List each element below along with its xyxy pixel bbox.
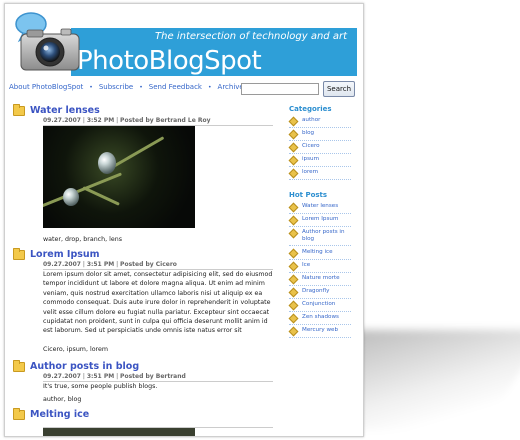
hot-post-item[interactable]: Lorem Ipsum	[288, 215, 351, 227]
nav-subscribe[interactable]: Subscribe	[99, 83, 133, 91]
folder-icon	[13, 407, 25, 420]
header-banner: The intersection of technology and art P…	[71, 28, 357, 76]
hot-post-item[interactable]: Melting ice	[288, 248, 351, 260]
search-input[interactable]	[241, 83, 319, 95]
post-header: Melting ice	[13, 407, 89, 420]
hot-post-item[interactable]: Water lenses	[288, 202, 351, 214]
category-label: ipsum	[302, 156, 320, 162]
category-item[interactable]: author	[288, 116, 351, 128]
hot-post-label: Water lenses	[302, 203, 339, 209]
post-header: Lorem Ipsum	[13, 247, 100, 260]
tag-icon	[288, 274, 299, 285]
category-label: Cicero	[302, 143, 320, 149]
hot-post-item[interactable]: Zen shadows	[288, 313, 351, 325]
tag-icon	[288, 116, 299, 127]
post-header: Author posts in blog	[13, 359, 139, 372]
hot-post-label: Conjunction	[302, 301, 336, 307]
tag-icon	[288, 215, 299, 226]
post-time: 3:51 PM	[86, 373, 115, 380]
branch-stem	[43, 172, 123, 209]
post-meta	[43, 421, 273, 428]
site-title[interactable]: PhotoBlogSpot	[77, 46, 262, 76]
category-label: blog	[302, 130, 315, 136]
post-tags: water, drop, branch, lens	[43, 236, 123, 243]
hot-post-label: Melting ice	[302, 249, 333, 255]
search-button[interactable]: Search	[323, 81, 355, 97]
site-tagline: The intersection of technology and art	[155, 31, 347, 42]
post-meta: 09.27.2007 | 3:52 PM | Posted by Bertran…	[43, 117, 273, 126]
tag-icon	[288, 202, 299, 213]
hot-post-item[interactable]: Conjunction	[288, 300, 351, 312]
post-date: 09.27.2007	[43, 373, 81, 380]
camera-logo-icon[interactable]	[11, 8, 85, 74]
folder-icon	[13, 247, 25, 260]
tag-icon	[288, 248, 299, 259]
hot-post-item[interactable]: Nature morte	[288, 274, 351, 286]
post-author: Posted by Bertrand	[120, 373, 186, 380]
post-date: 09.27.2007	[43, 117, 81, 124]
tag-icon	[288, 142, 299, 153]
nav-separator: •	[89, 83, 93, 91]
hot-post-label: Dragonfly	[302, 288, 330, 294]
tag-icon	[288, 300, 299, 311]
water-drop	[98, 152, 116, 174]
category-item[interactable]: lorem	[288, 168, 351, 180]
hot-post-label: Mercury web	[302, 327, 339, 333]
tag-icon	[288, 287, 299, 298]
tag-icon	[288, 313, 299, 324]
top-nav: About PhotoBlogSpot • Subscribe • Send F…	[9, 83, 259, 91]
water-drop-photo[interactable]	[43, 126, 195, 228]
hot-post-label: Lorem Ipsum	[302, 216, 339, 222]
hot-post-item[interactable]: Dragonfly	[288, 287, 351, 299]
tag-icon	[288, 326, 299, 337]
nav-separator: •	[139, 83, 143, 91]
tag-icon	[288, 129, 299, 140]
tag-icon	[288, 261, 299, 272]
nav-about[interactable]: About PhotoBlogSpot	[9, 83, 83, 91]
category-label: author	[302, 117, 321, 123]
post-author: Posted by Bertrand Le Roy	[120, 117, 211, 124]
categories-heading: Categories	[289, 105, 332, 113]
nav-separator: •	[207, 83, 212, 91]
post-meta: 09.27.2007 | 3:51 PM | Posted by Cicero	[43, 261, 273, 270]
nav-archive[interactable]: Archive	[218, 83, 244, 91]
post-title[interactable]: Lorem Ipsum	[30, 249, 100, 260]
hot-posts-heading: Hot Posts	[289, 191, 328, 199]
post-title[interactable]: Water lenses	[30, 105, 100, 116]
folder-icon	[13, 359, 25, 372]
category-label: lorem	[302, 169, 319, 175]
tag-icon	[288, 155, 299, 166]
post-tags: Cicero, ipsum, lorem	[43, 346, 109, 353]
hot-post-item[interactable]: Ice	[288, 261, 351, 273]
hot-post-label: Author posts in blog	[302, 229, 345, 242]
post-author: Posted by Cicero	[120, 261, 177, 268]
folder-icon	[13, 103, 25, 116]
melting-ice-photo[interactable]	[43, 428, 195, 436]
post-tags: author, blog	[43, 396, 82, 403]
post-title[interactable]: Author posts in blog	[30, 361, 139, 372]
post-body: Lorem ipsum dolor sit amet, consectetur …	[43, 271, 273, 335]
tag-icon	[288, 228, 299, 239]
post-title[interactable]: Melting ice	[30, 409, 89, 420]
category-item[interactable]: Cicero	[288, 142, 351, 154]
tag-icon	[288, 168, 299, 179]
category-item[interactable]: ipsum	[288, 155, 351, 167]
blog-page: The intersection of technology and art P…	[4, 3, 364, 437]
water-drop	[63, 188, 79, 206]
post-body: It's true, some people publish blogs.	[43, 383, 158, 390]
post-time: 3:52 PM	[86, 117, 115, 124]
hot-post-label: Ice	[302, 262, 311, 268]
branch-stem	[82, 186, 120, 206]
post-header: Water lenses	[13, 103, 100, 116]
category-item[interactable]: blog	[288, 129, 351, 141]
hot-post-label: Zen shadows	[302, 314, 339, 320]
nav-send-feedback[interactable]: Send Feedback	[149, 83, 202, 91]
hot-post-item[interactable]: Mercury web	[288, 326, 351, 338]
post-meta: 09.27.2007 | 3:51 PM | Posted by Bertran…	[43, 373, 273, 382]
post-date: 09.27.2007	[43, 261, 81, 268]
hot-post-item[interactable]: Author posts in blog	[288, 228, 351, 246]
hot-post-label: Nature morte	[302, 275, 340, 281]
post-time: 3:51 PM	[86, 261, 115, 268]
